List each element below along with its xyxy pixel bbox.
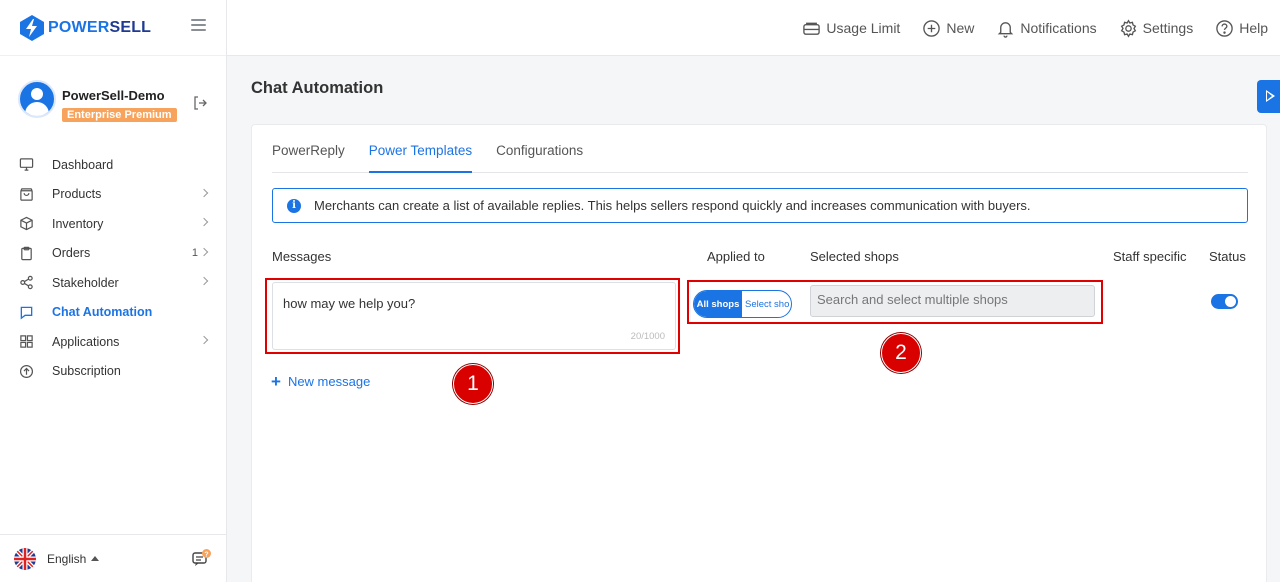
- usage-limit-button[interactable]: Usage Limit: [802, 19, 900, 38]
- top-bar: Usage Limit New Notifications Settings H…: [227, 0, 1280, 56]
- brand-logo-icon: [20, 14, 44, 41]
- new-button[interactable]: New: [922, 19, 974, 38]
- info-icon: i: [287, 198, 301, 213]
- side-panel-toggle-icon[interactable]: [1257, 80, 1280, 113]
- sidebar-item-label: Stakeholder: [52, 275, 119, 290]
- plus-icon: +: [271, 372, 281, 391]
- sidebar-item-label: Orders: [52, 246, 91, 261]
- grid-icon: [18, 334, 34, 350]
- help-icon: [1215, 19, 1234, 38]
- uk-flag-icon: [14, 547, 36, 570]
- monitor-icon: [18, 157, 34, 173]
- sidebar-item-label: Applications: [52, 334, 120, 349]
- header-staff-specific: Staff specific: [1113, 249, 1187, 264]
- page-title: Chat Automation: [251, 79, 384, 97]
- chevron-right-icon: [199, 247, 209, 256]
- annotation-badge-2: 2: [881, 333, 921, 373]
- bell-icon: [996, 19, 1015, 38]
- arrow-up-circle-icon: [18, 363, 34, 379]
- tab-powerreply[interactable]: PowerReply: [272, 143, 345, 173]
- brand-name: POWERSELL: [48, 18, 152, 36]
- sidebar-item-inventory[interactable]: Inventory: [0, 209, 227, 239]
- tab-configurations[interactable]: Configurations: [496, 143, 583, 173]
- bag-icon: [18, 186, 34, 202]
- chevron-right-icon: [199, 188, 209, 197]
- sidebar-item-label: Products: [52, 187, 102, 202]
- top-actions: Usage Limit New Notifications Settings H…: [780, 0, 1268, 56]
- share-icon: [18, 275, 34, 291]
- chevron-right-icon: [199, 335, 209, 345]
- clipboard-icon: [18, 245, 34, 261]
- header-messages: Messages: [272, 249, 332, 264]
- header-selected-shops: Selected shops: [810, 249, 899, 264]
- tab-bar: PowerReply Power Templates Configuration…: [272, 143, 1248, 173]
- notifications-label: Notifications: [1020, 20, 1097, 36]
- caret-up-icon[interactable]: [91, 556, 100, 561]
- plan-badge: Enterprise Premium: [62, 108, 177, 122]
- sidebar-item-label: Inventory: [52, 216, 104, 231]
- menu-toggle-icon[interactable]: [191, 19, 206, 31]
- sidebar-item-dashboard[interactable]: Dashboard: [0, 150, 227, 180]
- new-label: New: [946, 20, 975, 36]
- user-profile: PowerSell-Demo Enterprise Premium: [18, 80, 218, 126]
- notifications-button[interactable]: Notifications: [996, 19, 1097, 38]
- annotation-box-2: [687, 280, 1103, 324]
- info-text: Merchants can create a list of available…: [314, 198, 1031, 213]
- settings-button[interactable]: Settings: [1119, 18, 1194, 38]
- brand: POWERSELL: [0, 0, 226, 56]
- gear-icon: [1119, 18, 1138, 38]
- help-label: Help: [1239, 20, 1268, 36]
- profile-name: PowerSell-Demo: [62, 88, 165, 103]
- sidebar-item-products[interactable]: Products: [0, 180, 227, 210]
- sidebar-nav: Dashboard Products Inventory Orders 1 St…: [0, 150, 227, 386]
- status-toggle[interactable]: [1211, 294, 1238, 309]
- gauge-icon: [802, 19, 821, 38]
- box-icon: [18, 216, 34, 232]
- chat-icon: [18, 304, 34, 320]
- annotation-badge-1: 1: [453, 364, 493, 404]
- header-applied-to: Applied to: [707, 249, 765, 264]
- annotation-box-1: [265, 278, 680, 354]
- sidebar-item-label: Subscription: [52, 364, 121, 379]
- settings-label: Settings: [1142, 20, 1194, 36]
- sidebar-item-orders[interactable]: Orders 1: [0, 239, 227, 269]
- info-banner: i Merchants can create a list of availab…: [272, 188, 1248, 223]
- sidebar-item-applications[interactable]: Applications: [0, 327, 227, 357]
- language-selector[interactable]: English: [47, 552, 86, 566]
- sidebar: POWERSELL PowerSell-Demo Enterprise Prem…: [0, 0, 227, 582]
- svg-text:?: ?: [204, 552, 208, 559]
- header-status: Status: [1209, 249, 1246, 264]
- new-message-label: New message: [287, 374, 371, 389]
- sidebar-item-subscription[interactable]: Subscription: [0, 357, 227, 387]
- sidebar-item-chat-automation[interactable]: Chat Automation: [0, 298, 227, 328]
- new-message-button[interactable]: + New message: [271, 373, 370, 390]
- sidebar-item-stakeholder[interactable]: Stakeholder: [0, 268, 227, 298]
- tab-power-templates[interactable]: Power Templates: [368, 143, 473, 173]
- sidebar-footer: English ?: [0, 534, 227, 582]
- plus-circle-icon: [922, 19, 941, 38]
- help-button[interactable]: Help: [1215, 19, 1268, 38]
- usage-limit-label: Usage Limit: [826, 20, 901, 36]
- logout-icon[interactable]: [192, 95, 208, 111]
- sidebar-item-label: Chat Automation: [52, 305, 153, 320]
- avatar[interactable]: [18, 80, 56, 118]
- support-chat-icon[interactable]: ?: [192, 548, 212, 568]
- orders-count: 1: [191, 246, 198, 259]
- sidebar-item-label: Dashboard: [52, 157, 114, 172]
- chevron-right-icon: [199, 217, 209, 227]
- chevron-right-icon: [199, 276, 209, 286]
